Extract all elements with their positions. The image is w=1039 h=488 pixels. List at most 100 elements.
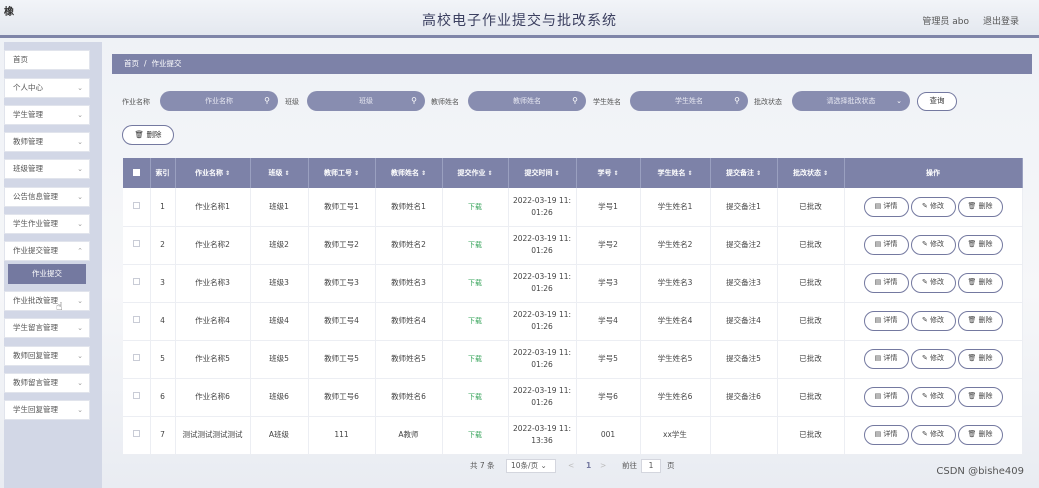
col-label: 批改状态 — [792, 169, 821, 177]
col-teacher-id[interactable]: 教师工号 ⇕ — [308, 158, 376, 188]
col-submit-time[interactable]: 提交时间 ⇕ — [508, 158, 577, 188]
breadcrumb: 首页 / 作业提交 — [112, 54, 1032, 74]
sidebar-item-personal[interactable]: 个人中心 ⌄ — [4, 78, 90, 98]
sort-icon[interactable]: ⇕ — [687, 170, 692, 177]
sort-icon[interactable]: ⇕ — [823, 170, 828, 177]
current-page[interactable]: 1 — [586, 459, 591, 473]
cell-submit-note: 提交备注2 — [710, 226, 778, 265]
cell-index: 2 — [150, 226, 176, 265]
sidebar-item-grading[interactable]: 作业批改管理 ⌄ — [4, 291, 90, 311]
sidebar-item-teacher-replies[interactable]: 教师回复管理 ⌄ — [4, 346, 90, 366]
sidebar-item-student-replies[interactable]: 学生回复管理 ⌄ — [4, 400, 90, 420]
sidebar-subitem-submission[interactable]: 作业提交 — [8, 264, 86, 284]
sidebar-item-student-messages[interactable]: 学生留言管理 ⌄ — [4, 318, 90, 338]
homework-name-input[interactable]: 作业名称 ⚲ — [160, 91, 278, 111]
chevron-down-icon: ⌄ — [77, 379, 83, 387]
col-class[interactable]: 班级 ⇕ — [250, 158, 309, 188]
row-checkbox[interactable] — [123, 226, 151, 265]
breadcrumb-home[interactable]: 首页 — [124, 59, 139, 68]
col-student-id[interactable]: 学号 ⇕ — [576, 158, 641, 188]
sidebar-item-teachers[interactable]: 教师管理 ⌄ — [4, 132, 90, 152]
goto-page-input[interactable]: 1 — [641, 459, 661, 473]
col-teacher-name[interactable]: 教师姓名 ⇕ — [375, 158, 443, 188]
row-checkbox[interactable] — [123, 378, 151, 417]
sidebar-item-classes[interactable]: 班级管理 ⌄ — [4, 159, 90, 179]
download-link[interactable]: 下载 — [468, 241, 482, 249]
detail-button[interactable]: ▤ 详情 — [863, 387, 909, 407]
pencil-icon: ✎ — [921, 430, 928, 438]
row-checkbox[interactable] — [123, 416, 151, 455]
delete-button[interactable]: 🗑 删除 — [957, 387, 1003, 407]
row-checkbox[interactable] — [123, 188, 151, 227]
class-input[interactable]: 班级 ⚲ — [307, 91, 425, 111]
delete-button[interactable]: 🗑 删除 — [957, 196, 1003, 217]
sidebar-item-home[interactable]: 首页 — [4, 50, 90, 70]
col-submitted-homework[interactable]: 提交作业 ⇕ — [442, 158, 509, 188]
row-checkbox[interactable] — [123, 264, 151, 303]
sort-icon[interactable]: ⇕ — [284, 170, 289, 177]
cell-index: 1 — [150, 188, 176, 227]
delete-button[interactable]: 🗑 删除 — [957, 425, 1003, 445]
detail-button[interactable]: ▤ 详情 — [863, 273, 909, 293]
detail-button[interactable]: ▤ 详情 — [863, 425, 909, 445]
edit-button[interactable]: ✎ 修改 — [910, 273, 956, 293]
delete-button[interactable]: 🗑 删除 — [957, 235, 1003, 255]
bulk-delete-button[interactable]: 🗑 删除 — [122, 125, 174, 145]
col-grading-status[interactable]: 批改状态 ⇕ — [777, 158, 845, 188]
download-link[interactable]: 下载 — [468, 355, 482, 363]
delete-button[interactable]: 🗑 删除 — [957, 349, 1003, 369]
query-button[interactable]: 查询 — [917, 92, 957, 111]
page-size-select[interactable]: 10条/页 ⌄ — [506, 459, 556, 473]
edit-button[interactable]: ✎ 修改 — [910, 196, 956, 217]
select-all-checkbox[interactable] — [123, 158, 151, 188]
status-select[interactable]: 请选择批改状态 ⌄ — [792, 91, 910, 111]
sort-icon[interactable]: ⇕ — [225, 170, 230, 177]
sidebar-item-notices[interactable]: 公告信息管理 ⌄ — [4, 187, 90, 207]
row-checkbox[interactable] — [123, 302, 151, 341]
sidebar-item-submission[interactable]: 作业提交管理 ⌃ — [4, 241, 90, 261]
edit-button[interactable]: ✎ 修改 — [910, 425, 956, 445]
goto-label: 前往 — [622, 461, 637, 470]
next-page-button[interactable]: > — [600, 459, 606, 473]
col-student-name[interactable]: 学生姓名 ⇕ — [640, 158, 711, 188]
submit-time-date: 2022-03-19 11: — [512, 386, 572, 395]
sidebar-item-students[interactable]: 学生管理 ⌄ — [4, 105, 90, 125]
edit-button[interactable]: ✎ 修改 — [910, 235, 956, 255]
checkbox-icon — [132, 392, 140, 399]
chevron-down-icon: ⌄ — [77, 165, 83, 173]
delete-button[interactable]: 🗑 删除 — [957, 273, 1003, 293]
sort-icon[interactable]: ⇕ — [487, 170, 492, 177]
edit-button[interactable]: ✎ 修改 — [910, 349, 956, 369]
row-checkbox[interactable] — [123, 340, 151, 379]
detail-button[interactable]: ▤ 详情 — [863, 311, 909, 331]
sort-icon[interactable]: ⇕ — [421, 170, 426, 177]
edit-button[interactable]: ✎ 修改 — [910, 311, 956, 331]
detail-button[interactable]: ▤ 详情 — [863, 196, 909, 217]
detail-button[interactable]: ▤ 详情 — [863, 349, 909, 369]
sidebar-item-teacher-messages[interactable]: 教师留言管理 ⌄ — [4, 373, 90, 393]
download-link[interactable]: 下载 — [468, 203, 482, 211]
prev-page-button[interactable]: < — [568, 459, 574, 473]
sort-icon[interactable]: ⇕ — [613, 170, 618, 177]
sort-icon[interactable]: ⇕ — [354, 170, 359, 177]
teacher-name-input[interactable]: 教师姓名 ⚲ — [468, 91, 586, 111]
sort-icon[interactable]: ⇕ — [756, 170, 761, 177]
sidebar-item-label: 作业批改管理 — [13, 296, 58, 305]
download-link[interactable]: 下载 — [468, 279, 482, 287]
sidebar-item-student-homework[interactable]: 学生作业管理 ⌄ — [4, 214, 90, 234]
teacher-name-placeholder: 教师姓名 — [513, 97, 541, 105]
col-label: 作业名称 — [194, 169, 223, 177]
col-homework-name[interactable]: 作业名称 ⇕ — [175, 158, 251, 188]
student-name-input[interactable]: 学生姓名 ⚲ — [630, 91, 748, 111]
detail-button[interactable]: ▤ 详情 — [863, 235, 909, 255]
sort-icon[interactable]: ⇕ — [554, 170, 559, 177]
download-link[interactable]: 下载 — [468, 317, 482, 325]
download-link[interactable]: 下载 — [468, 393, 482, 401]
submit-time-clock: 01:26 — [531, 398, 553, 407]
col-submit-note[interactable]: 提交备注 ⇕ — [710, 158, 778, 188]
delete-button[interactable]: 🗑 删除 — [957, 311, 1003, 331]
download-link[interactable]: 下载 — [468, 431, 482, 439]
logout-link[interactable]: 退出登录 — [983, 14, 1019, 27]
edit-button[interactable]: ✎ 修改 — [910, 387, 956, 407]
detail-label: 详情 — [883, 278, 898, 286]
